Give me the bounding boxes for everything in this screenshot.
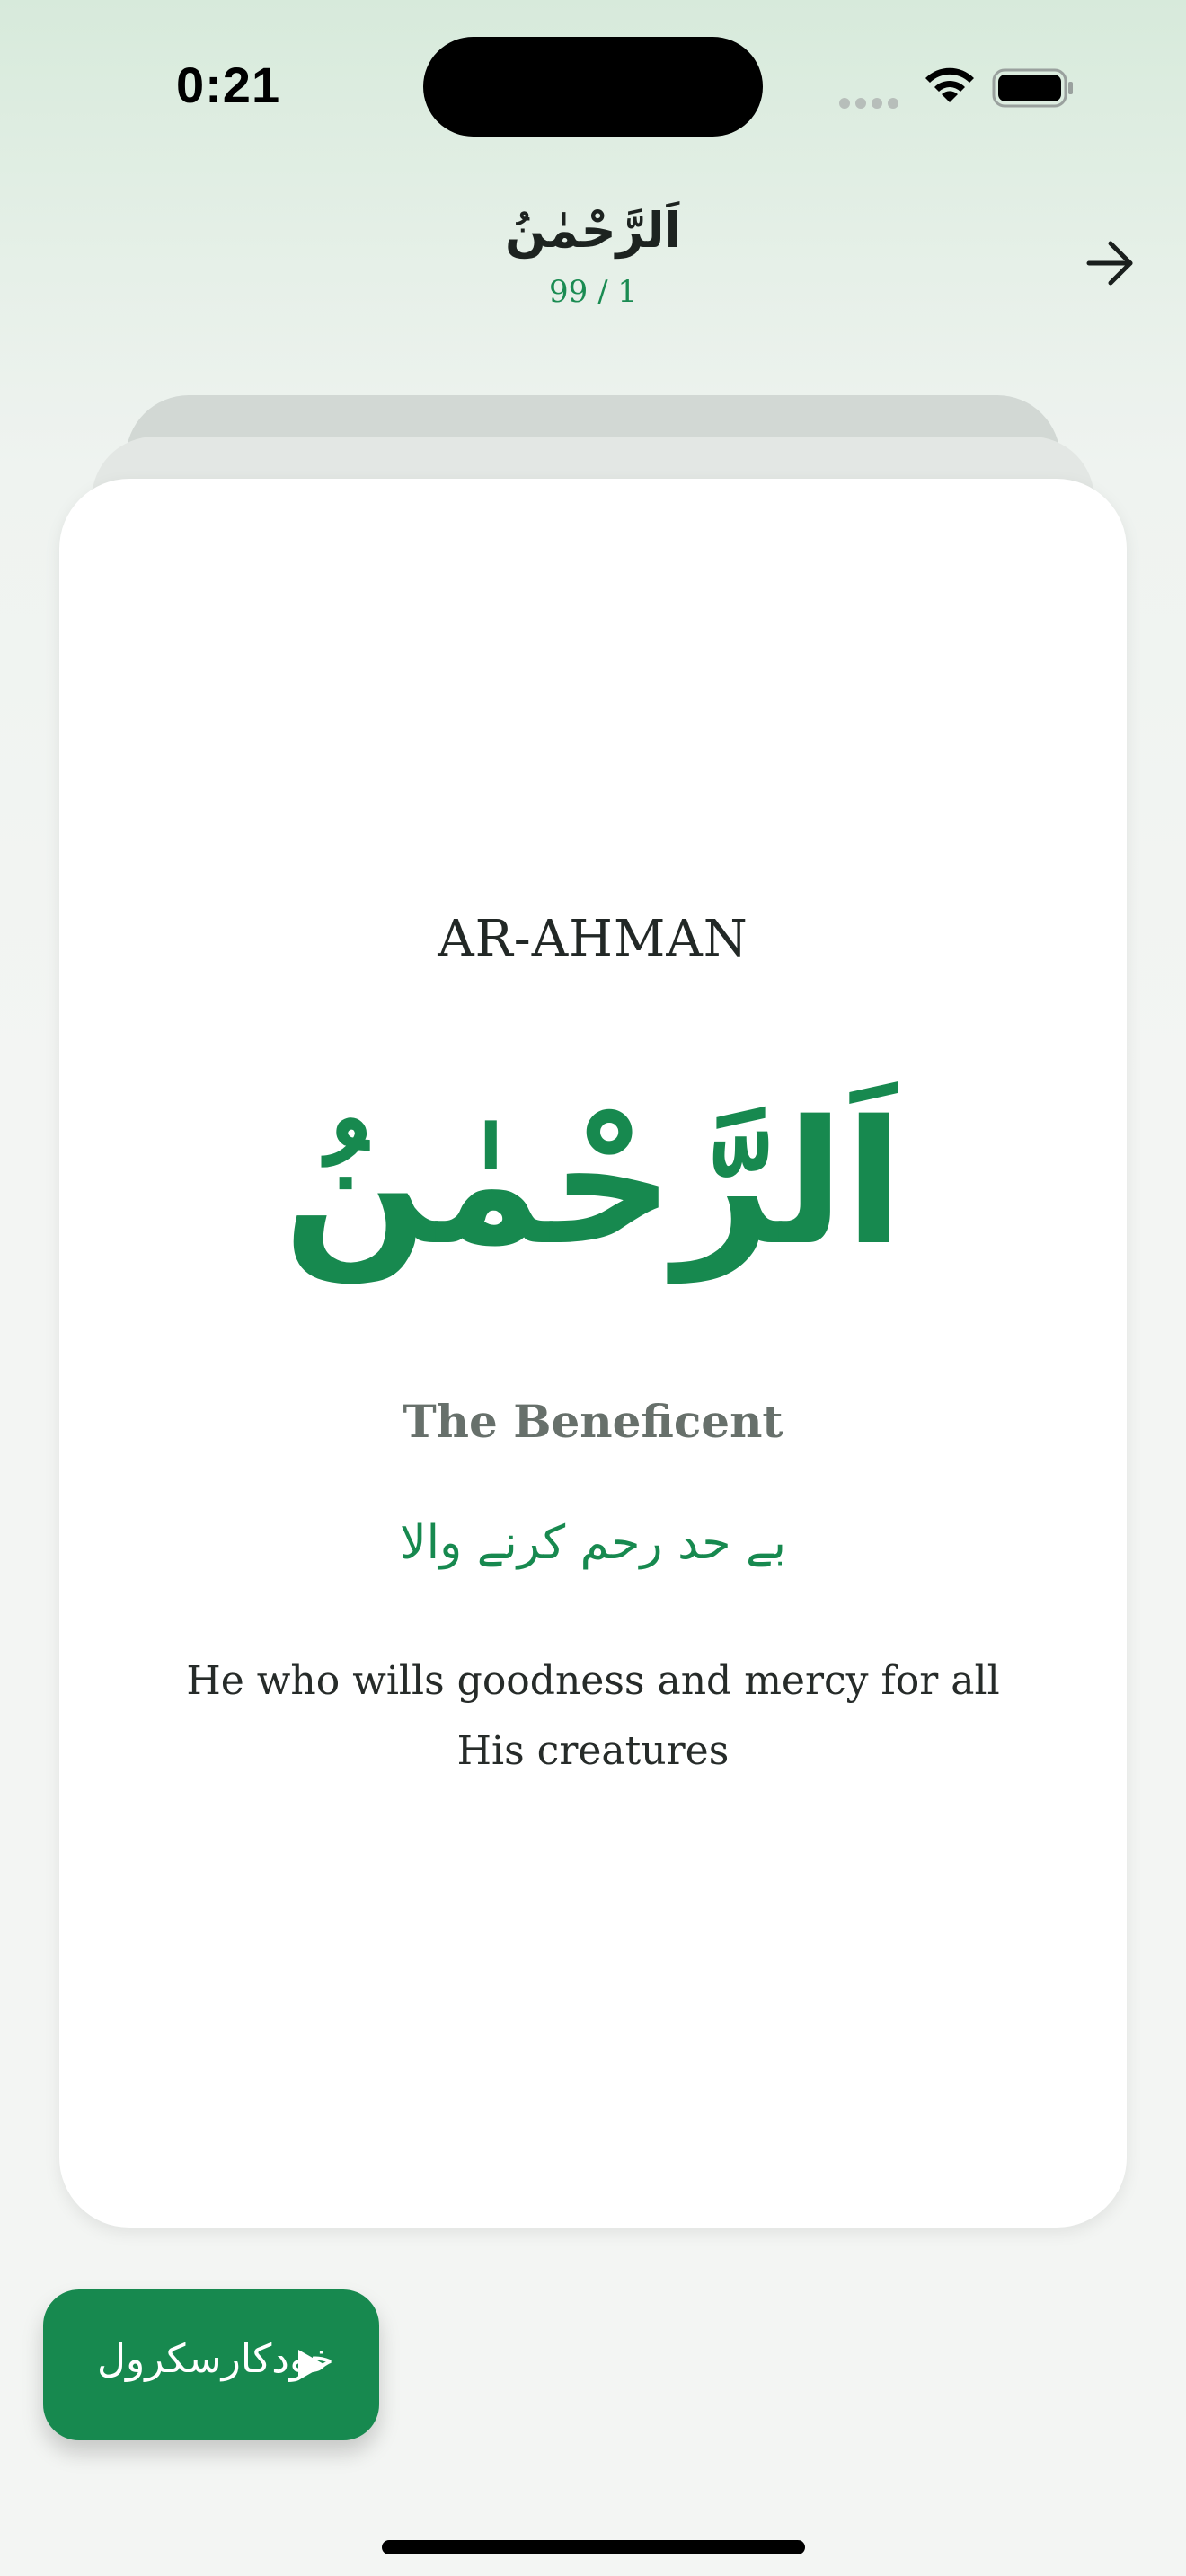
- name-card[interactable]: AR-AHMAN اَلرَّحْمٰنُ The Beneficent بے …: [59, 479, 1127, 2228]
- name-arabic: اَلرَّحْمٰنُ: [283, 1084, 903, 1283]
- name-transliteration: AR-AHMAN: [438, 910, 748, 968]
- status-icons: [839, 63, 1082, 109]
- dynamic-island: [423, 37, 763, 137]
- name-urdu: بے حد رحم کرنے والا: [400, 1516, 786, 1570]
- battery-icon: [992, 68, 1073, 108]
- home-indicator: [382, 2540, 805, 2554]
- name-counter: 99 / 1: [549, 274, 637, 310]
- status-time: 0:21: [176, 57, 281, 113]
- signal-dots-icon: [839, 95, 904, 112]
- header-title: اَلرَّحْمٰنُ: [504, 202, 682, 259]
- autoscroll-button[interactable]: خودکارسکرول: [43, 2289, 379, 2440]
- name-meaning: He who wills goodness and mercy for all …: [186, 1658, 1000, 1774]
- arrow-right-icon: [1086, 241, 1133, 286]
- play-icon: [298, 2350, 325, 2380]
- name-english: The Beneficent: [403, 1395, 783, 1448]
- next-button[interactable]: [1078, 235, 1141, 291]
- wifi-icon: [925, 67, 974, 102]
